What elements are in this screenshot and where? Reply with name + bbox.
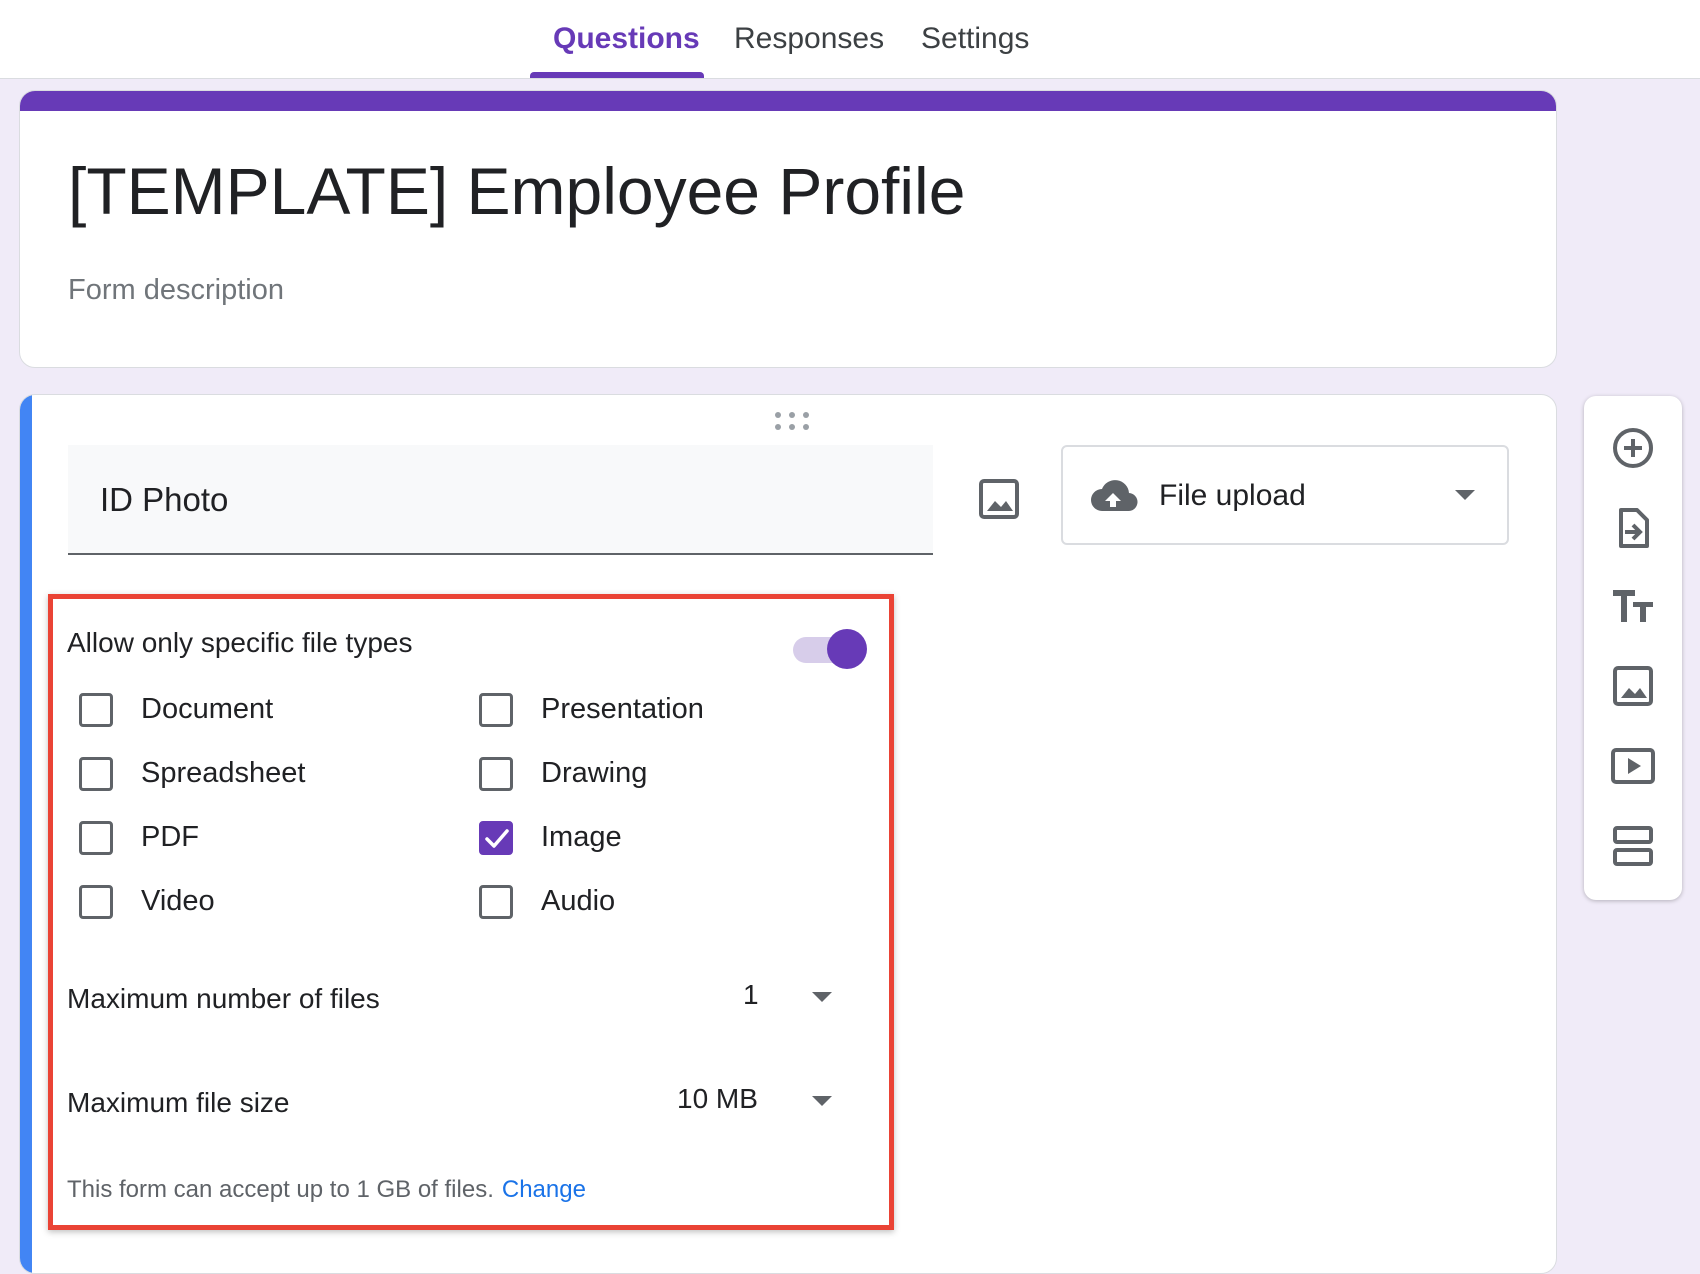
filetype-drawing[interactable]: Drawing — [479, 755, 819, 799]
filetype-label: PDF — [141, 821, 199, 853]
add-video-icon[interactable] — [1609, 742, 1657, 790]
checkbox[interactable] — [79, 757, 113, 791]
filetype-label: Presentation — [541, 693, 704, 725]
checkbox[interactable] — [79, 885, 113, 919]
add-title-icon[interactable] — [1609, 582, 1657, 630]
toggle-knob — [827, 629, 867, 669]
max-size-dropdown-icon[interactable] — [811, 1095, 833, 1107]
file-upload-options-panel: Allow only specific file types Document … — [48, 594, 894, 1230]
active-tab-indicator — [530, 72, 704, 78]
filetype-presentation[interactable]: Presentation — [479, 691, 819, 735]
filetype-document[interactable]: Document — [79, 691, 419, 735]
filetype-audio[interactable]: Audio — [479, 883, 819, 927]
max-files-label: Maximum number of files — [67, 983, 380, 1014]
cloud-upload-icon — [1091, 480, 1138, 512]
filetype-label: Audio — [541, 885, 616, 917]
form-description-field[interactable]: Form description — [68, 274, 284, 307]
checkmark-icon — [485, 829, 509, 848]
drag-handle-icon[interactable] — [772, 409, 812, 433]
upload-limit-text: This form can accept up to 1 GB of files… — [67, 1176, 494, 1203]
top-tab-bar: Questions Responses Settings — [0, 0, 1700, 79]
checkbox[interactable] — [79, 821, 113, 855]
change-limit-link[interactable]: Change — [502, 1176, 586, 1203]
checkbox-checked[interactable] — [479, 821, 513, 855]
active-question-indicator — [20, 395, 32, 1273]
floating-toolbar — [1584, 396, 1682, 900]
filetype-pdf[interactable]: PDF — [79, 819, 419, 863]
add-image-icon[interactable] — [1609, 662, 1657, 710]
add-section-icon[interactable] — [1609, 822, 1657, 870]
tab-responses[interactable]: Responses — [734, 22, 884, 56]
checkbox[interactable] — [479, 757, 513, 791]
max-size-value[interactable]: 10 MB — [677, 1083, 758, 1115]
import-questions-icon[interactable] — [1609, 504, 1657, 552]
max-files-value[interactable]: 1 — [743, 979, 759, 1011]
filetype-spreadsheet[interactable]: Spreadsheet — [79, 755, 419, 799]
filetype-label: Drawing — [541, 757, 648, 789]
filetype-image[interactable]: Image — [479, 819, 819, 863]
checkbox[interactable] — [479, 885, 513, 919]
question-title: ID Photo — [100, 481, 229, 518]
question-type-label: File upload — [1159, 479, 1306, 512]
checkbox[interactable] — [479, 693, 513, 727]
max-size-label: Maximum file size — [67, 1087, 290, 1118]
header-accent-bar — [20, 91, 1556, 111]
specific-types-label: Allow only specific file types — [67, 627, 413, 658]
question-title-input[interactable]: ID Photo — [68, 445, 933, 555]
filetype-video[interactable]: Video — [79, 883, 419, 927]
max-files-dropdown-icon[interactable] — [811, 991, 833, 1003]
filetype-label: Image — [541, 821, 622, 853]
question-type-select[interactable]: File upload — [1061, 445, 1509, 545]
add-question-icon[interactable] — [1609, 424, 1657, 472]
chevron-down-icon — [1455, 490, 1475, 500]
checkbox[interactable] — [79, 693, 113, 727]
form-title[interactable]: [TEMPLATE] Employee Profile — [68, 153, 965, 229]
filetype-label: Spreadsheet — [141, 757, 306, 789]
filetype-label: Video — [141, 885, 215, 917]
upload-limit-note: This form can accept up to 1 GB of files… — [67, 1176, 586, 1204]
filetype-label: Document — [141, 693, 274, 725]
form-header-card: [TEMPLATE] Employee Profile Form descrip… — [19, 90, 1557, 368]
specific-types-toggle[interactable] — [793, 627, 869, 671]
tab-questions[interactable]: Questions — [553, 22, 700, 56]
tab-settings[interactable]: Settings — [921, 22, 1029, 56]
add-image-icon[interactable] — [975, 475, 1023, 523]
